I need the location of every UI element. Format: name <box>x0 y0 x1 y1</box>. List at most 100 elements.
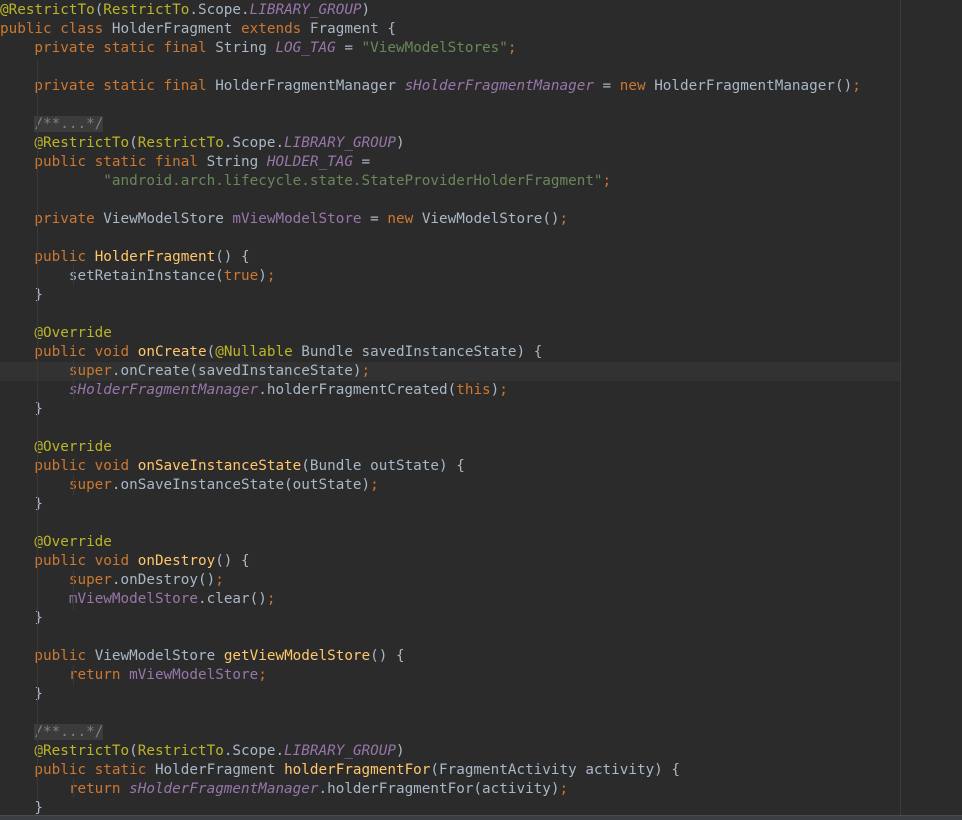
code-token: ; <box>370 477 379 493</box>
code-token: extends <box>241 21 310 37</box>
code-token: @Override <box>0 325 112 341</box>
code-line[interactable]: private static final HolderFragmentManag… <box>0 77 900 96</box>
code-token: getViewModelStore <box>223 648 371 664</box>
code-token: setRetainInstance( <box>0 268 224 284</box>
code-token: sHolderFragmentManager <box>68 382 259 398</box>
code-line[interactable]: } <box>0 286 900 305</box>
code-token: @Override <box>0 439 112 455</box>
code-token: public <box>0 249 95 265</box>
code-token: () { <box>215 249 250 265</box>
code-line[interactable]: public static HolderFragment holderFragm… <box>0 761 900 780</box>
code-line[interactable]: @RestrictTo(RestrictTo.Scope.LIBRARY_GRO… <box>0 134 900 153</box>
code-token: } <box>0 800 44 816</box>
code-token: = <box>352 154 371 170</box>
code-token: public <box>0 648 95 664</box>
code-line[interactable] <box>0 229 900 248</box>
code-line[interactable] <box>0 514 900 533</box>
code-line[interactable]: sHolderFragmentManager.holderFragmentCre… <box>0 381 900 400</box>
code-line[interactable]: private static final String LOG_TAG = "V… <box>0 39 900 58</box>
code-line[interactable]: @RestrictTo(RestrictTo.Scope.LIBRARY_GRO… <box>0 1 900 20</box>
code-line[interactable]: super.onDestroy(); <box>0 571 900 590</box>
code-token: ViewModelStore <box>94 648 224 664</box>
code-token: onDestroy <box>137 553 216 569</box>
code-line[interactable]: setRetainInstance(true); <box>0 267 900 286</box>
code-line[interactable]: /**...*/ <box>0 115 900 134</box>
code-line[interactable] <box>0 58 900 77</box>
code-line[interactable]: public void onSaveInstanceState(Bundle o… <box>0 457 900 476</box>
code-line[interactable]: super.onCreate(savedInstanceState); <box>0 362 900 381</box>
code-line[interactable]: } <box>0 609 900 628</box>
code-token: (FragmentActivity activity) { <box>430 762 681 778</box>
code-token: ; <box>266 268 276 284</box>
code-line[interactable]: "android.arch.lifecycle.state.StateProvi… <box>0 172 900 191</box>
code-token: ( <box>129 743 138 759</box>
code-token: onSaveInstanceState <box>137 458 302 474</box>
code-line[interactable] <box>0 305 900 324</box>
code-token: HolderFragment <box>154 762 285 778</box>
code-token: .holderFragmentFor(activity) <box>318 781 560 797</box>
code-token: = <box>335 40 362 56</box>
code-line[interactable]: public class HolderFragment extends Frag… <box>0 20 900 39</box>
code-line[interactable]: public ViewModelStore getViewModelStore(… <box>0 647 900 666</box>
indent-guide <box>73 778 74 798</box>
code-line[interactable]: return sHolderFragmentManager.holderFrag… <box>0 780 900 799</box>
code-token: HolderFragmentManager <box>215 78 405 94</box>
horizontal-scrollbar[interactable] <box>0 815 962 820</box>
code-token: @Override <box>0 534 112 550</box>
code-line[interactable]: @RestrictTo(RestrictTo.Scope.LIBRARY_GRO… <box>0 742 900 761</box>
code-token: ; <box>499 382 508 398</box>
code-line[interactable]: mViewModelStore.clear(); <box>0 590 900 609</box>
folded-comment[interactable]: /**...*/ <box>34 724 104 740</box>
code-token: HolderFragment <box>94 249 216 265</box>
indent-guide <box>37 172 38 190</box>
code-line[interactable]: public void onCreate(@Nullable Bundle sa… <box>0 343 900 362</box>
code-token: ) <box>395 743 405 759</box>
code-line[interactable]: } <box>0 685 900 704</box>
code-token: .Scope. <box>223 743 285 759</box>
code-token: sHolderFragmentManager <box>129 781 319 797</box>
code-line[interactable]: } <box>0 495 900 514</box>
code-line[interactable] <box>0 191 900 210</box>
indent-guide <box>73 570 74 610</box>
code-token: ) <box>361 2 371 18</box>
code-line[interactable]: /**...*/ <box>0 723 900 742</box>
code-line[interactable] <box>0 628 900 647</box>
code-token: "ViewModelStores" <box>361 40 508 56</box>
code-token: new <box>387 211 422 227</box>
code-token: = <box>593 78 620 94</box>
code-token: onCreate <box>137 344 207 360</box>
code-line[interactable]: public HolderFragment() { <box>0 248 900 267</box>
code-token: holderFragmentFor <box>284 762 431 778</box>
code-token: RestrictTo <box>137 135 224 151</box>
folded-comment[interactable]: /**...*/ <box>34 116 104 132</box>
code-token: ( <box>94 2 104 18</box>
code-line[interactable] <box>0 96 900 115</box>
code-token: mViewModelStore <box>129 667 259 683</box>
code-line[interactable]: @Override <box>0 324 900 343</box>
code-token: ( <box>129 135 138 151</box>
code-line[interactable]: private ViewModelStore mViewModelStore =… <box>0 210 900 229</box>
code-token: ) <box>258 268 267 284</box>
code-line[interactable]: public static final String HOLDER_TAG = <box>0 153 900 172</box>
code-token: ) <box>395 135 405 151</box>
code-token: .Scope. <box>189 2 250 18</box>
code-token: ; <box>215 572 224 588</box>
code-token: ; <box>602 173 612 189</box>
code-token: ; <box>258 667 267 683</box>
code-token: public class <box>0 21 112 37</box>
code-line[interactable]: super.onSaveInstanceState(outState); <box>0 476 900 495</box>
code-line[interactable] <box>0 704 900 723</box>
code-line[interactable]: @Override <box>0 438 900 457</box>
right-margin-guide <box>900 0 901 815</box>
code-line[interactable]: return mViewModelStore; <box>0 666 900 685</box>
code-editor[interactable]: @RestrictTo(RestrictTo.Scope.LIBRARY_GRO… <box>0 0 962 820</box>
code-line[interactable]: public void onDestroy() { <box>0 552 900 571</box>
code-line[interactable]: @Override <box>0 533 900 552</box>
code-token: String <box>215 40 276 56</box>
code-token: super <box>0 477 112 493</box>
indent-guide <box>73 265 74 285</box>
code-token: "android.arch.lifecycle.state.StateProvi… <box>103 173 603 189</box>
code-line[interactable]: } <box>0 400 900 419</box>
code-token: LIBRARY_GROUP <box>249 2 362 18</box>
code-line[interactable] <box>0 419 900 438</box>
